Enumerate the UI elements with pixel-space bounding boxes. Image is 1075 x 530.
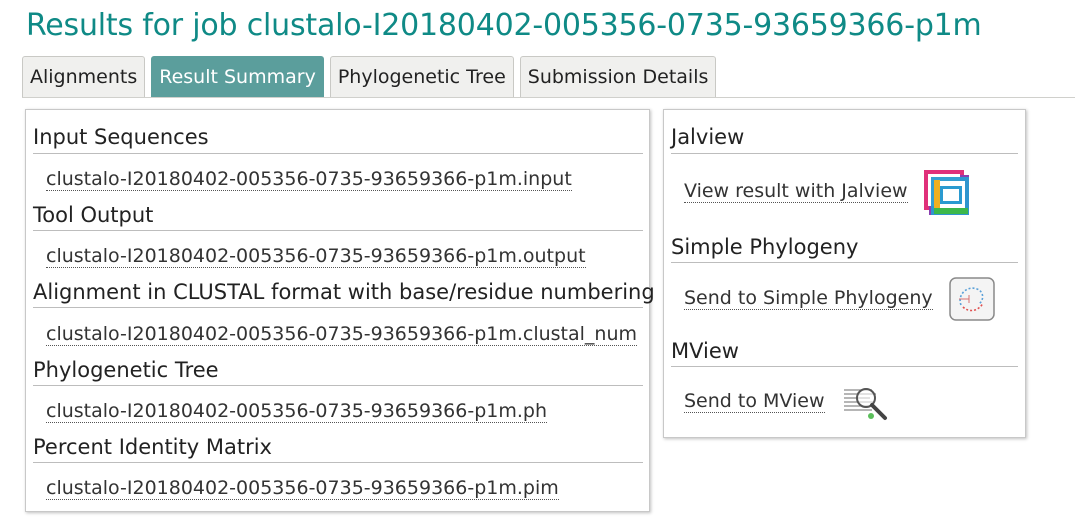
- result-file-link[interactable]: clustalo-I20180402-005356-0735-93659366-…: [46, 245, 586, 268]
- section-heading: Jalview: [671, 125, 745, 149]
- page: Results for job clustalo-I20180402-00535…: [0, 0, 1075, 530]
- tab-phylogenetic-tree[interactable]: Phylogenetic Tree: [329, 56, 514, 97]
- results-panel: Input Sequences clustalo-I20180402-00535…: [25, 109, 655, 512]
- page-title: Results for job clustalo-I20180402-00535…: [26, 8, 982, 43]
- section-heading: Simple Phylogeny: [671, 235, 859, 259]
- result-file-link[interactable]: clustalo-I20180402-005356-0735-93659366-…: [46, 323, 638, 346]
- tab-submission-details[interactable]: Submission Details: [519, 56, 717, 97]
- mview-icon[interactable]: [842, 382, 892, 426]
- section-divider: [33, 385, 643, 386]
- section-heading: MView: [671, 339, 739, 363]
- section-heading: Alignment in CLUSTAL format with base/re…: [33, 280, 655, 304]
- simple-phylogeny-icon[interactable]: [949, 277, 995, 325]
- section-divider: [33, 307, 643, 308]
- tab-result-summary[interactable]: Result Summary: [151, 56, 324, 97]
- simple-phylogeny-link[interactable]: Send to Simple Phylogeny: [684, 287, 933, 310]
- section-divider: [671, 262, 1018, 263]
- section-heading: Phylogenetic Tree: [33, 358, 219, 382]
- result-file-link[interactable]: clustalo-I20180402-005356-0735-93659366-…: [46, 168, 572, 191]
- tab-bar: Alignments Result Summary Phylogenetic T…: [22, 56, 717, 97]
- section-heading: Input Sequences: [33, 125, 209, 149]
- result-file-link[interactable]: clustalo-I20180402-005356-0735-93659366-…: [46, 477, 559, 500]
- section-divider: [33, 462, 643, 463]
- section-divider: [671, 153, 1018, 154]
- jalview-icon[interactable]: [922, 168, 972, 222]
- section-divider: [33, 153, 643, 154]
- tab-bar-divider: [22, 97, 1075, 98]
- jalview-link[interactable]: View result with Jalview: [684, 180, 908, 203]
- tab-alignments[interactable]: Alignments: [22, 56, 146, 97]
- section-heading: Percent Identity Matrix: [33, 435, 272, 459]
- section-divider: [671, 366, 1018, 367]
- section-divider: [33, 230, 643, 231]
- section-heading: Tool Output: [33, 203, 154, 227]
- mview-link[interactable]: Send to MView: [684, 390, 825, 413]
- result-file-link[interactable]: clustalo-I20180402-005356-0735-93659366-…: [46, 400, 547, 423]
- services-panel: Jalview View result with Jalview Simple …: [663, 109, 1026, 438]
